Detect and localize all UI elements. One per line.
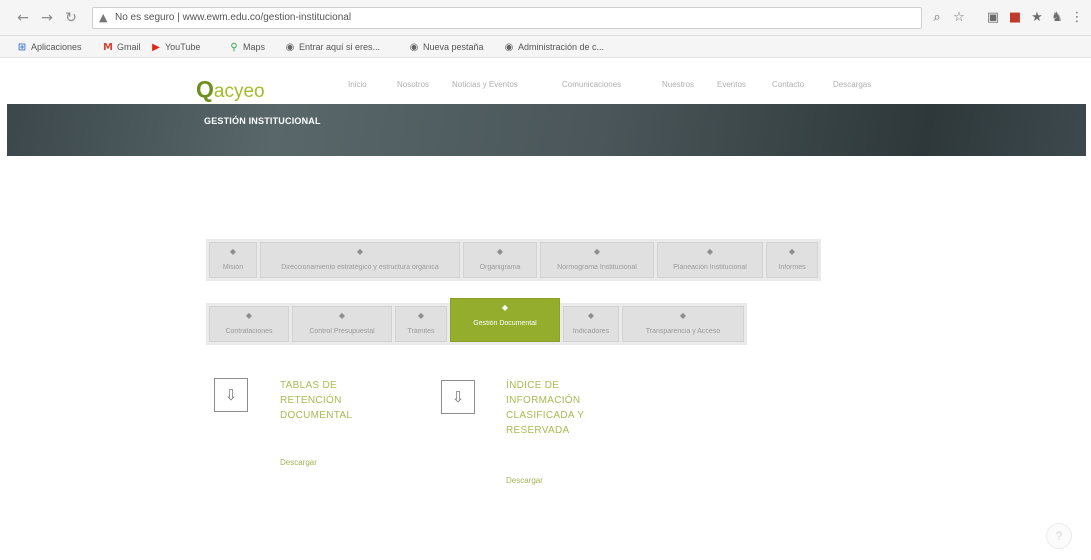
extension-icon[interactable]: ▣ — [984, 9, 1002, 27]
download-title-tablas: TABLAS DE RETENCIÓN DOCUMENTAL — [280, 380, 353, 421]
extension-puzzle-icon[interactable]: ♞ — [1048, 9, 1066, 27]
nav-item[interactable]: Comunicaciones — [562, 80, 621, 89]
nav-item[interactable]: Contacto — [772, 80, 804, 89]
tab-icon: ◆ — [356, 247, 364, 256]
tab-icon: ◆ — [229, 247, 237, 256]
bookmark-nueva-pestana[interactable]: ◉ Nueva pestaña — [408, 40, 484, 54]
tab-icon: ◆ — [788, 247, 796, 256]
tab-normograma[interactable]: ◆ Normograma Institucional — [540, 242, 654, 278]
bookmark-maps[interactable]: ⚲ Maps — [228, 40, 265, 54]
gmail-icon: M — [103, 42, 113, 53]
warning-icon[interactable]: ▲ — [99, 11, 107, 24]
tab-icon: ◆ — [417, 311, 425, 320]
reload-icon[interactable]: ↻ — [62, 9, 80, 27]
tab-icon: ◆ — [501, 303, 509, 312]
tab-tramites[interactable]: ◆ Trámites — [395, 306, 447, 342]
menu-icon[interactable]: ⋮ — [1068, 9, 1086, 27]
tab-gestion-documental[interactable]: ◆ Gestión Documental — [450, 298, 560, 342]
download-link-indice[interactable]: Descargar — [506, 476, 543, 485]
page-title: GESTIÓN INSTITUCIONAL — [204, 116, 321, 126]
youtube-icon: ▶ — [152, 42, 160, 53]
nav-item[interactable]: Descargas — [833, 80, 871, 89]
tab-contrataciones[interactable]: ◆ Contrataciones — [209, 306, 289, 342]
tab-transparencia[interactable]: ◆ Transparencia y Acceso — [622, 306, 744, 342]
nav-item[interactable]: Inicio — [348, 80, 367, 89]
help-button[interactable]: ? — [1046, 523, 1072, 549]
tab-control-presupuestal[interactable]: ◆ Control Presupuestal — [292, 306, 392, 342]
bookmark-gmail[interactable]: M Gmail — [102, 40, 141, 54]
zoom-icon[interactable]: ⌕ — [928, 9, 946, 27]
url-text: No es seguro | www.ewm.edu.co/gestion-in… — [115, 12, 352, 23]
bookmark-administracion[interactable]: ◉ Administración de c... — [503, 40, 604, 54]
tab-icon: ◆ — [496, 247, 504, 256]
globe-icon: ◉ — [504, 42, 514, 53]
bookmark-apps[interactable]: ⊞ Aplicaciones — [16, 40, 82, 54]
bookmark-star-icon[interactable]: ★ — [1028, 9, 1046, 27]
tab-informes[interactable]: ◆ Informes — [766, 242, 818, 278]
nav-item[interactable]: Noticias y Eventos — [452, 80, 518, 89]
address-bar[interactable]: ▲ No es seguro | www.ewm.edu.co/gestion-… — [92, 7, 922, 29]
tab-icon: ◆ — [706, 247, 714, 256]
pdf-extension-icon[interactable]: ■ — [1006, 9, 1024, 27]
download-icon[interactable]: ⇩ — [214, 378, 248, 412]
globe-icon: ◉ — [285, 42, 295, 53]
tab-row-1: ◆ Misión ◆ Direccionamiento estratégico y … — [206, 239, 821, 281]
star-icon[interactable]: ☆ — [950, 9, 968, 27]
tab-icon: ◆ — [245, 311, 253, 320]
tab-organigrama[interactable]: ◆ Organigrama — [463, 242, 537, 278]
bookmarks-bar: ⊞ Aplicaciones M Gmail ▶ YouTube ⚲ Maps ◉ Ent… — [0, 36, 1091, 58]
page: ← → ↻ ▲ No es seguro | www.ewm.edu.co/ge… — [0, 0, 1091, 560]
download-icon[interactable]: ⇩ — [441, 380, 475, 414]
tab-row-2: ◆ Contrataciones ◆ Control Presupuestal ◆ T… — [206, 298, 747, 345]
bookmark-youtube[interactable]: ▶ YouTube — [150, 40, 200, 54]
page-banner: GESTIÓN INSTITUCIONAL — [7, 104, 1086, 156]
download-link-tablas[interactable]: Descargar — [280, 458, 317, 467]
tab-mision[interactable]: ◆ Misión — [209, 242, 257, 278]
bookmark-entrar[interactable]: ◉ Entrar aquí si eres... — [284, 40, 380, 54]
maps-icon: ⚲ — [230, 42, 238, 53]
site-logo[interactable]: Qacyeo — [196, 76, 265, 103]
browser-toolbar: ← → ↻ ▲ No es seguro | www.ewm.edu.co/ge… — [0, 0, 1091, 36]
tab-icon: ◆ — [587, 311, 595, 320]
download-title-indice: ÍNDICE DE INFORMACIÓN CLASIFICADA Y RESE… — [506, 380, 585, 436]
tab-icon: ◆ — [593, 247, 601, 256]
nav-item[interactable]: Nuestros — [662, 80, 694, 89]
back-icon[interactable]: ← — [14, 9, 32, 27]
forward-icon[interactable]: → — [38, 9, 56, 27]
tab-icon: ◆ — [338, 311, 346, 320]
tab-indicadores[interactable]: ◆ Indicadores — [563, 306, 619, 342]
nav-item[interactable]: Nosotros — [397, 80, 429, 89]
nav-item[interactable]: Eventos — [717, 80, 746, 89]
tab-icon: ◆ — [679, 311, 687, 320]
tab-planeacion[interactable]: ◆ Planeación Institucional — [657, 242, 763, 278]
apps-icon: ⊞ — [17, 42, 27, 53]
tab-direccionamiento[interactable]: ◆ Direccionamiento estratégico y estructu… — [260, 242, 460, 278]
globe-icon: ◉ — [409, 42, 419, 53]
